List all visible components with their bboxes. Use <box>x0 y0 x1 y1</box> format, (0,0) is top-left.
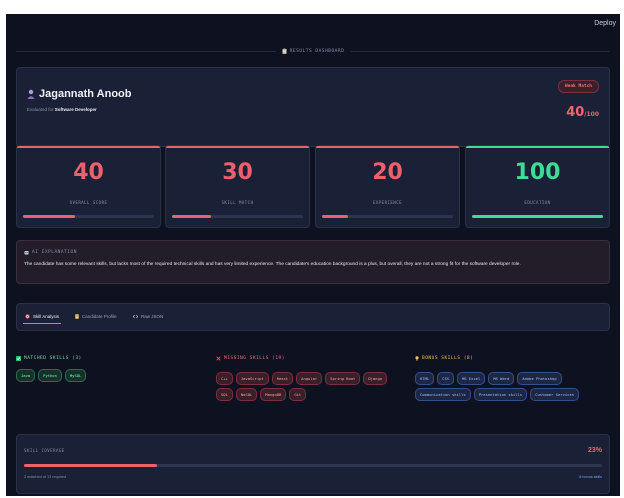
stat-value: 40 <box>73 160 104 185</box>
tab-label: Candidate Profile <box>82 314 117 319</box>
divider <box>16 50 276 52</box>
skill-chip: MongoDB <box>260 388 287 401</box>
ai-explanation-card: AI EXPLANATION The candidate has some re… <box>16 240 610 284</box>
section-title: RESULTS DASHBOARD <box>289 48 345 54</box>
skill-chip: CSS <box>437 372 455 385</box>
candidate-name: Jagannath Anoob <box>39 88 132 100</box>
evaluated-prefix: Evaluated for <box>27 107 54 112</box>
stat-progress-fill <box>172 215 212 218</box>
stat-progress-track <box>472 215 603 218</box>
stat-topbar <box>17 146 160 148</box>
stat-label: EXPERIENCE <box>372 200 403 205</box>
matched-skills-header: MATCHED SKILLS (3) <box>16 356 82 361</box>
coverage-progress-track <box>24 464 602 467</box>
total-score: 40/100 <box>566 105 599 120</box>
match-badge: Weak Match <box>557 80 599 93</box>
stat-topbar <box>166 146 309 148</box>
stat-card-skill-match: 30 SKILL MATCH <box>165 145 310 228</box>
stat-card-overall: 40 OVERALL SCORE <box>16 145 161 228</box>
stat-progress-fill <box>322 215 349 218</box>
coverage-matched-note: 3 matched of 13 required <box>24 475 67 479</box>
skill-chip: Angular <box>296 372 323 385</box>
skill-coverage-card: SKILL COVERAGE 23% 3 matched of 13 requi… <box>16 434 610 494</box>
total-score-value: 40 <box>566 105 585 120</box>
skill-chip: Java <box>16 369 36 382</box>
clipboard-icon <box>282 48 287 54</box>
section-header: RESULTS DASHBOARD <box>16 46 610 56</box>
robot-icon <box>24 251 29 255</box>
missing-skills-title: MISSING SKILLS (19) <box>224 356 285 361</box>
stat-topbar <box>466 146 609 148</box>
skill-chip: HTML <box>415 372 435 385</box>
tab-label: Skill Analysis <box>33 314 60 319</box>
stat-progress-track <box>322 215 453 218</box>
matched-skills-title: MATCHED SKILLS (3) <box>24 356 82 361</box>
ai-explanation-text: The candidate has some relevant skills, … <box>24 262 521 267</box>
matched-skills-list: Java Python MySQL <box>16 369 206 382</box>
bonus-skills-header: BONUS SKILLS (8) <box>415 356 473 361</box>
skill-chip: NoSQL <box>235 388 258 401</box>
check-icon <box>16 356 21 361</box>
ai-explanation-title: AI EXPLANATION <box>32 250 77 255</box>
bonus-skills-title: BONUS SKILLS (8) <box>422 356 474 361</box>
tab-bar: Skill Analysis Candidate Profile Raw JSO… <box>16 303 610 331</box>
skill-chip: React <box>271 372 294 385</box>
skill-coverage-title: SKILL COVERAGE <box>24 448 65 453</box>
stat-progress-fill <box>472 215 603 218</box>
target-icon <box>25 314 30 319</box>
tab-label: Raw JSON <box>141 314 164 319</box>
skill-chip: MySQL <box>64 369 87 382</box>
section-title-wrap: RESULTS DASHBOARD <box>282 48 345 54</box>
missing-skills-list: C++ JavaScript React Angular Spring Boot… <box>216 372 396 401</box>
missing-skills-header: MISSING SKILLS (19) <box>216 356 285 361</box>
stat-value: 20 <box>372 160 403 185</box>
active-tab-indicator <box>23 323 62 324</box>
skill-chip: MS Word <box>488 372 515 385</box>
ai-explanation-header: AI EXPLANATION <box>24 250 77 255</box>
total-score-max: /100 <box>584 111 599 118</box>
skill-chip: Python <box>38 369 62 382</box>
stat-value: 30 <box>222 160 253 185</box>
tab-raw-json[interactable]: Raw JSON <box>133 314 163 319</box>
skill-chip: Customer Services <box>530 388 580 401</box>
skill-chip: MS Excel <box>457 372 486 385</box>
stat-progress-track <box>23 215 154 218</box>
stat-label: EDUCATION <box>524 200 551 205</box>
stat-progress-track <box>172 215 303 218</box>
candidate-card: Jagannath Anoob Evaluated for Software D… <box>16 67 610 147</box>
document-icon <box>75 314 79 319</box>
deploy-button[interactable]: Deploy <box>594 20 616 27</box>
evaluated-for: Evaluated for Software Developer <box>27 107 97 112</box>
app-window: Deploy RESULTS DASHBOARD Jagannath Anoob… <box>6 14 620 496</box>
coverage-progress-fill <box>24 464 157 467</box>
stat-value: 100 <box>514 160 561 185</box>
stat-label: OVERALL SCORE <box>69 200 108 205</box>
tab-skill-analysis[interactable]: Skill Analysis <box>23 314 62 324</box>
skill-chip: Communication skills <box>415 388 471 401</box>
coverage-bonus-note: 8 bonus skills <box>579 475 602 479</box>
person-icon <box>27 89 35 99</box>
cross-icon <box>216 356 221 361</box>
candidate-name-row: Jagannath Anoob <box>27 88 131 100</box>
skill-chip: Presentation skills <box>473 388 528 401</box>
bonus-skills-list: HTML CSS MS Excel MS Word Adobe Photosho… <box>415 372 610 401</box>
skill-coverage-percent: 23% <box>587 447 602 454</box>
skill-chip: Spring Boot <box>325 372 361 385</box>
skill-chip: Django <box>363 372 388 385</box>
skill-chip: Adobe Photoshop <box>517 372 562 385</box>
evaluated-role: Software Developer <box>54 107 97 112</box>
stat-progress-fill <box>23 215 76 218</box>
stat-card-experience: 20 EXPERIENCE <box>315 145 460 228</box>
divider <box>350 50 610 52</box>
skill-chip: Git <box>289 388 307 401</box>
code-icon <box>133 314 138 319</box>
lightbulb-icon <box>415 356 419 361</box>
tab-candidate-profile[interactable]: Candidate Profile <box>75 314 117 319</box>
stat-label: SKILL MATCH <box>221 200 254 205</box>
stat-topbar <box>316 146 459 148</box>
skill-chip: C++ <box>216 372 233 385</box>
stat-card-education: 100 EDUCATION <box>465 145 610 228</box>
skill-chip: SQL <box>216 388 233 401</box>
skill-chip: JavaScript <box>235 372 269 385</box>
